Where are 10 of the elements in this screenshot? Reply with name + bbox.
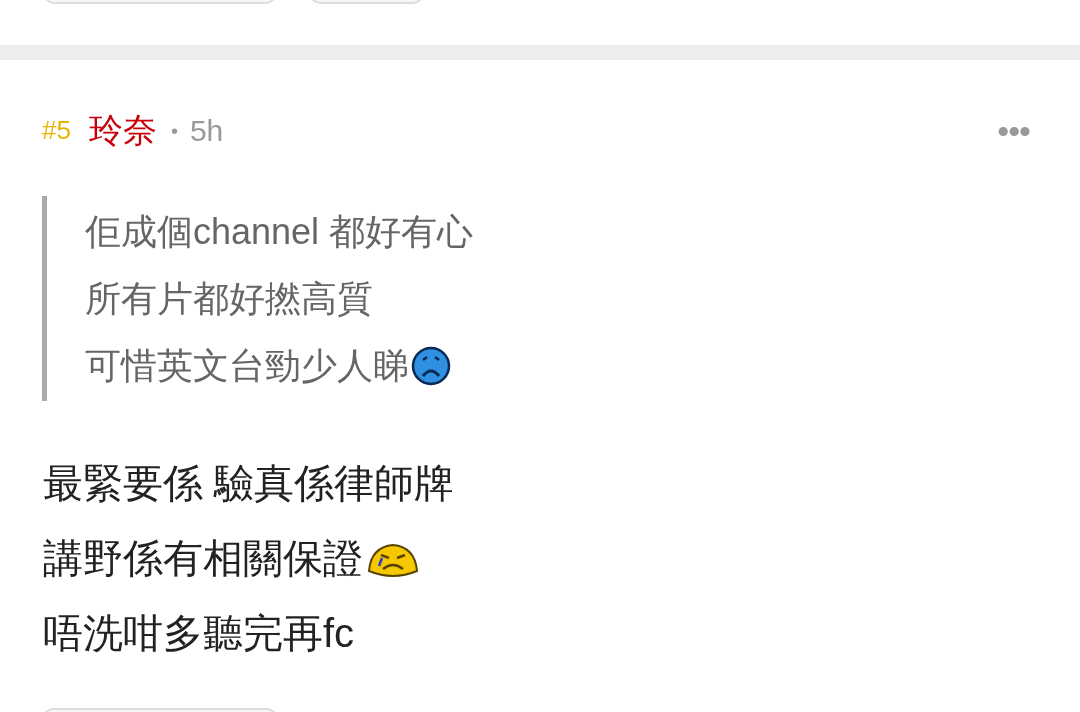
quote-line: 可惜英文台勁少人睇	[85, 343, 409, 388]
post-number: #5	[42, 114, 71, 147]
body-line: 最緊要係 驗真係律師牌	[43, 459, 455, 507]
body-line: 講野係有相關保證	[43, 534, 363, 582]
separator-dot: •	[170, 118, 178, 144]
post-time: 5h	[189, 113, 224, 149]
author-name[interactable]: 玲奈	[88, 105, 157, 156]
body-line: 唔洗咁多聽完再fc	[43, 609, 355, 657]
quote-line: 佢成個channel 都好有心	[85, 209, 474, 254]
quote-line: 所有片都好撚高質	[85, 276, 373, 321]
